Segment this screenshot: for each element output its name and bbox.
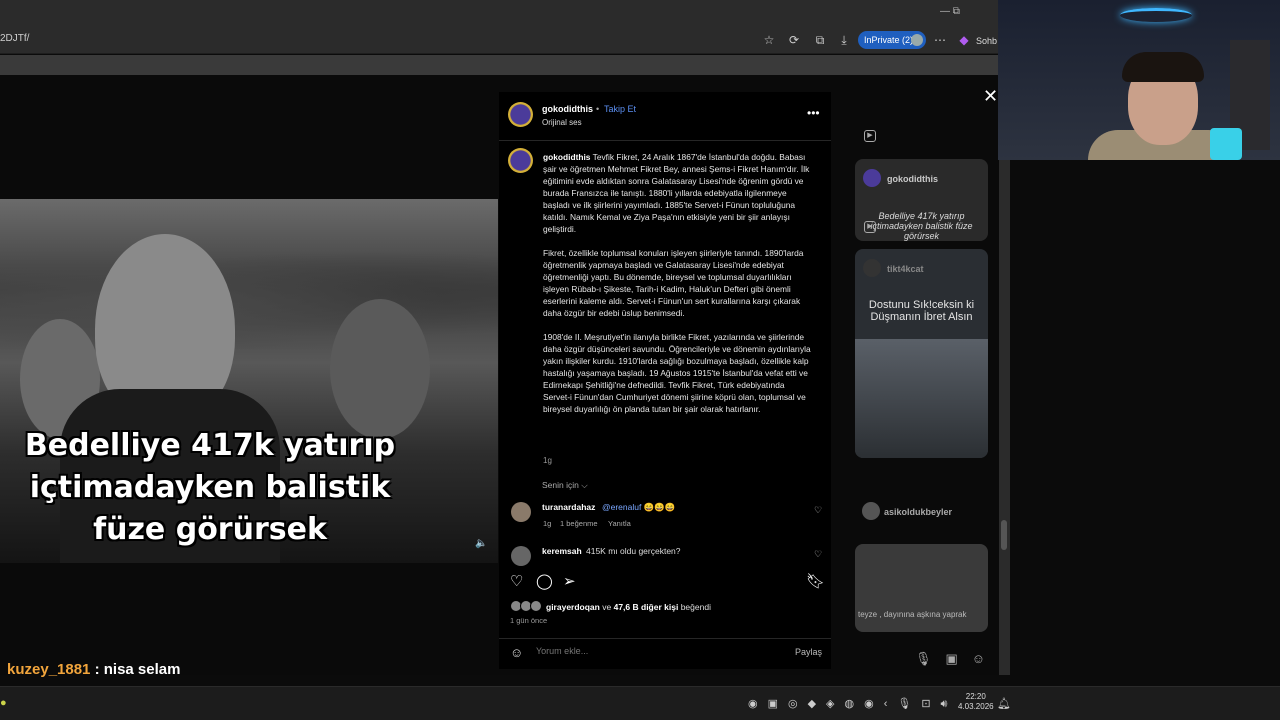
window-controls[interactable]: — ⧉ [940,6,960,17]
save-bookmark-icon[interactable]: 🔖︎ [806,572,825,590]
caption-time: 1g [543,456,552,465]
clock-time: 22:20 [965,692,986,701]
browser-titlebar [0,0,998,27]
taskbar-app-icon[interactable]: ● [0,697,7,709]
mute-icon[interactable]: 🔈 [475,538,487,549]
comment-like-icon[interactable]: ♡ [814,505,822,516]
likes-suffix: beğendi [680,602,711,612]
suggested-reel[interactable]: gokodidthis Bedelliye 417k yatırıp içtim… [855,159,988,241]
dm-bar-icons[interactable]: 🎙︎▣☺ [915,651,999,667]
suggested-reel[interactable]: tikt4kcat Dostunu Sık!ceksin ki Düşmanın… [855,249,988,458]
author-avatar[interactable] [508,102,533,127]
comment-username[interactable]: turanardahaz [542,502,595,512]
comment-time: 1g [543,519,552,528]
more-icon[interactable]: ⋯ [932,32,948,48]
comment-text: @erenaluf 😄😄😄 [602,502,676,513]
caption-paragraph-3: 1908'de II. Meşrutiyet'in ilanıyla birli… [543,332,811,414]
post-actions: ♡ ◯ ➢ 🔖︎ [510,572,825,590]
caption-paragraph-1: Tevfik Fikret, 24 Aralık 1867'de İstanbu… [543,152,810,234]
suggested-avatar [863,169,881,187]
copilot-icon[interactable]: ◆ [956,32,972,48]
chat-text: nisa selam [103,661,181,678]
more-options-icon[interactable]: ••• [807,106,820,120]
likes-count[interactable]: 47,6 B diğer kişi [614,602,679,612]
scrollbar[interactable] [999,75,1010,675]
inprivate-label: InPrivate (2) [864,35,914,45]
comment-bubble-icon[interactable]: ◯ [536,572,553,590]
suggested-username[interactable]: asikoldukbeyler [884,507,952,517]
liker-name[interactable]: girayerdoqan [546,602,600,612]
emoji-icon[interactable]: ☺ [510,645,523,660]
system-tray-icons[interactable]: ◉▣◎◆◈◍◉‹🎙︎⊡🔊︎ [748,697,957,711]
webcam-headphones [1122,52,1204,82]
comment-username[interactable]: keremsah [542,546,582,556]
likes-prefix: ve [602,602,612,612]
taskbar [0,686,1280,720]
suggested-username: gokodidthis [887,174,938,184]
author-username[interactable]: gokodidthis [542,104,593,114]
notification-bell-icon[interactable]: 🔔︎ [997,697,1011,710]
refresh-icon[interactable]: ⟳ [786,32,802,48]
commenter-avatar[interactable] [511,546,531,566]
suggested-avatar[interactable] [862,502,880,520]
close-icon[interactable]: ✕ [983,86,998,107]
url-text[interactable]: 2DJTf/ [0,33,29,44]
suggested-caption: teyze , dayınına aşkına yaprak [858,610,967,619]
suggested-thumbnail [855,339,988,458]
suggested-username: tikt4kcat [887,264,924,274]
profile-avatar [911,34,923,46]
liker-avatars [510,600,544,614]
copilot-label[interactable]: Sohb [976,36,997,46]
like-heart-icon[interactable]: ♡ [510,572,523,590]
divider [499,140,831,141]
post-caption: gokodidthis Tevfik Fikret, 24 Aralık 186… [543,151,813,427]
separator-dot: • [596,104,600,114]
caption-paragraph-2: Fikret, özellikle toplumsal konuları işl… [543,248,804,318]
suggested-caption: Dostunu Sık!ceksin ki Düşmanın İbret Als… [868,299,975,323]
audio-label[interactable]: Orijinal ses [542,118,582,127]
favorite-star-icon[interactable]: ☆ [761,32,777,48]
page-background [0,55,998,75]
post-comment-button[interactable]: Paylaş [795,647,822,657]
comment-sort-dropdown[interactable]: Senin için ⌵ [542,480,588,491]
divider [499,638,831,639]
extensions-icon[interactable]: ⧉ [812,32,828,48]
comment-emoji: 😄😄😄 [643,502,676,512]
share-send-icon[interactable]: ➢ [563,572,576,590]
likes-summary[interactable]: girayerdoqan ve 47,6 B diğer kişi beğend… [546,602,711,612]
follow-button[interactable]: Takip Et [604,104,636,114]
reply-button[interactable]: Yanıtla [608,519,631,528]
comment-input[interactable] [536,646,776,656]
comment-mention[interactable]: @erenaluf [602,502,641,512]
stream-chat-message: kuzey_1881 : nisa selam [7,661,180,678]
neon-light [1120,8,1192,22]
chat-username: kuzey_1881 [7,661,91,678]
comment-like-icon[interactable]: ♡ [814,549,822,560]
video-person-right [330,299,430,439]
comment-likes[interactable]: 1 beğenme [560,519,598,528]
commenter-avatar[interactable] [511,502,531,522]
downloads-icon[interactable]: ⤓ [836,32,852,48]
post-age: 1 gün önce [510,616,548,625]
video-caption: Bedelliye 417k yatırıp içtimadayken bali… [24,428,396,547]
inprivate-badge[interactable]: InPrivate (2) [858,31,926,49]
caption-avatar[interactable] [508,148,533,173]
scrollbar-thumb[interactable] [1001,520,1007,550]
webcam-drink-can [1210,128,1242,160]
suggested-avatar [863,259,881,277]
webcam-overlay [998,0,1280,160]
reel-icon: ▶ [864,130,876,142]
reel-icon: ▶ [864,221,876,233]
caption-username[interactable]: gokodidthis [543,152,590,162]
taskbar-clock[interactable]: 22:20 4.03.2026 [958,692,994,712]
chat-separator: : [90,661,104,678]
clock-date: 4.03.2026 [958,702,994,711]
comment-text: 415K mı oldu gerçekten? [586,546,681,556]
